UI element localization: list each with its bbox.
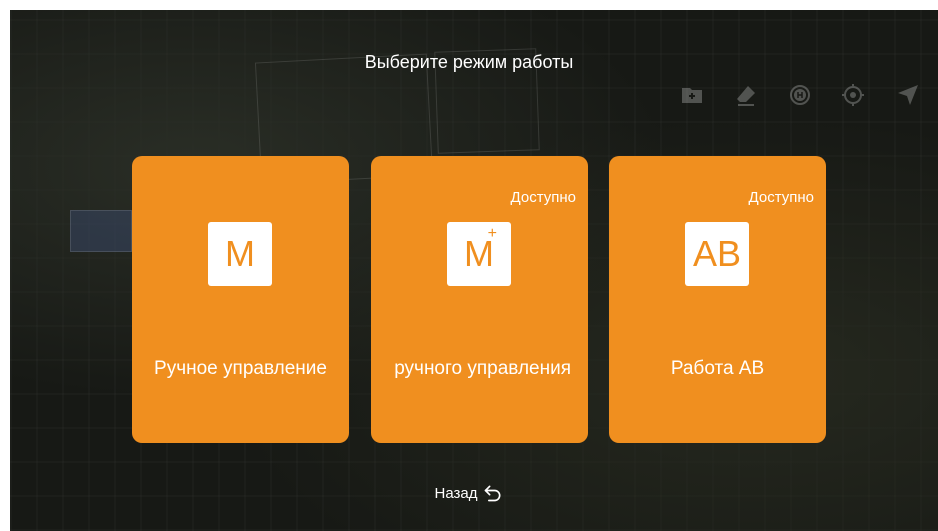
- folder-add-icon[interactable]: [680, 83, 704, 107]
- mode-card-manual[interactable]: M Ручное управление: [132, 156, 349, 443]
- mode-card-manual-plus[interactable]: Доступно M + ручного управления: [371, 156, 588, 443]
- return-arrow-icon: [485, 485, 501, 502]
- page-title: Выберите режим работы: [364, 52, 574, 72]
- locate-icon[interactable]: [841, 83, 865, 107]
- ab-mode-icon: AB: [685, 222, 749, 286]
- mode-label: ручного управления: [394, 358, 571, 379]
- mode-card-ab[interactable]: Доступно AB Работа AB: [609, 156, 826, 443]
- mode-icon-text: AB: [692, 233, 742, 274]
- home-point-icon[interactable]: [788, 83, 812, 107]
- manual-plus-mode-icon: M +: [447, 222, 511, 286]
- map-building: [70, 210, 132, 252]
- eraser-icon[interactable]: [734, 83, 758, 107]
- mode-label: Ручное управление: [154, 358, 327, 379]
- mode-label: Работа AB: [670, 358, 765, 379]
- availability-badge: Доступно: [510, 189, 576, 206]
- back-button[interactable]: Назад: [435, 483, 504, 503]
- navigation-arrow-icon[interactable]: [896, 83, 920, 107]
- availability-badge: Доступно: [748, 189, 814, 206]
- mode-icon-text: M: [225, 233, 255, 274]
- manual-mode-icon: M: [208, 222, 272, 286]
- plus-icon: +: [487, 225, 497, 242]
- back-area: Назад: [0, 483, 938, 503]
- back-label: Назад: [434, 484, 478, 502]
